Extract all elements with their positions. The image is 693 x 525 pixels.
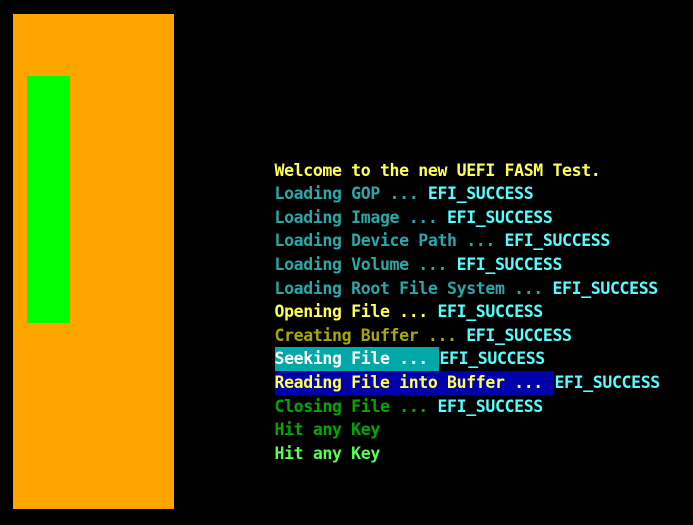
status-text: EFI_SUCCESS <box>552 278 658 298</box>
console-line-prefix: Loading Volume ... <box>274 254 457 274</box>
console-line-prefix: Closing File ... <box>274 396 438 416</box>
status-text: EFI_SUCCESS <box>427 184 534 204</box>
console-line-prefix: Hit any Key <box>274 443 381 463</box>
console-line-prefix: Loading Device Path ... <box>274 231 505 251</box>
status-text: EFI_SUCCESS <box>437 302 543 322</box>
status-text: EFI_SUCCESS <box>439 349 545 369</box>
console-line-welcome: Welcome to the new UEFI FASM Test. <box>217 135 687 180</box>
status-text: EFI_SUCCESS <box>456 254 563 274</box>
console-line-prefix: Loading Root File System ... <box>274 278 553 298</box>
console-line-prefix: Welcome to the new UEFI FASM Test. <box>274 160 601 180</box>
console-line-prefix: Hit any Key <box>274 420 381 440</box>
status-text: EFI_SUCCESS <box>437 396 543 416</box>
console-output: Welcome to the new UEFI FASM Test. Loadi… <box>217 135 687 463</box>
console-line-prefix: Loading GOP ... <box>274 184 428 204</box>
console-line-prefix: Loading Image ... <box>274 207 448 227</box>
status-text: EFI_SUCCESS <box>466 325 572 345</box>
status-text: EFI_SUCCESS <box>554 372 660 392</box>
green-bar <box>27 76 70 323</box>
uefi-screen: Welcome to the new UEFI FASM Test. Loadi… <box>0 0 693 525</box>
status-text: EFI_SUCCESS <box>504 231 611 251</box>
console-line-prefix: Creating Buffer ... <box>274 325 467 345</box>
console-line-prefix: Opening File ... <box>274 302 438 322</box>
console-line-prefix: Seeking File ... <box>274 347 440 371</box>
status-text: EFI_SUCCESS <box>447 207 553 227</box>
console-line-prefix: Reading File into Buffer ... <box>274 370 555 395</box>
